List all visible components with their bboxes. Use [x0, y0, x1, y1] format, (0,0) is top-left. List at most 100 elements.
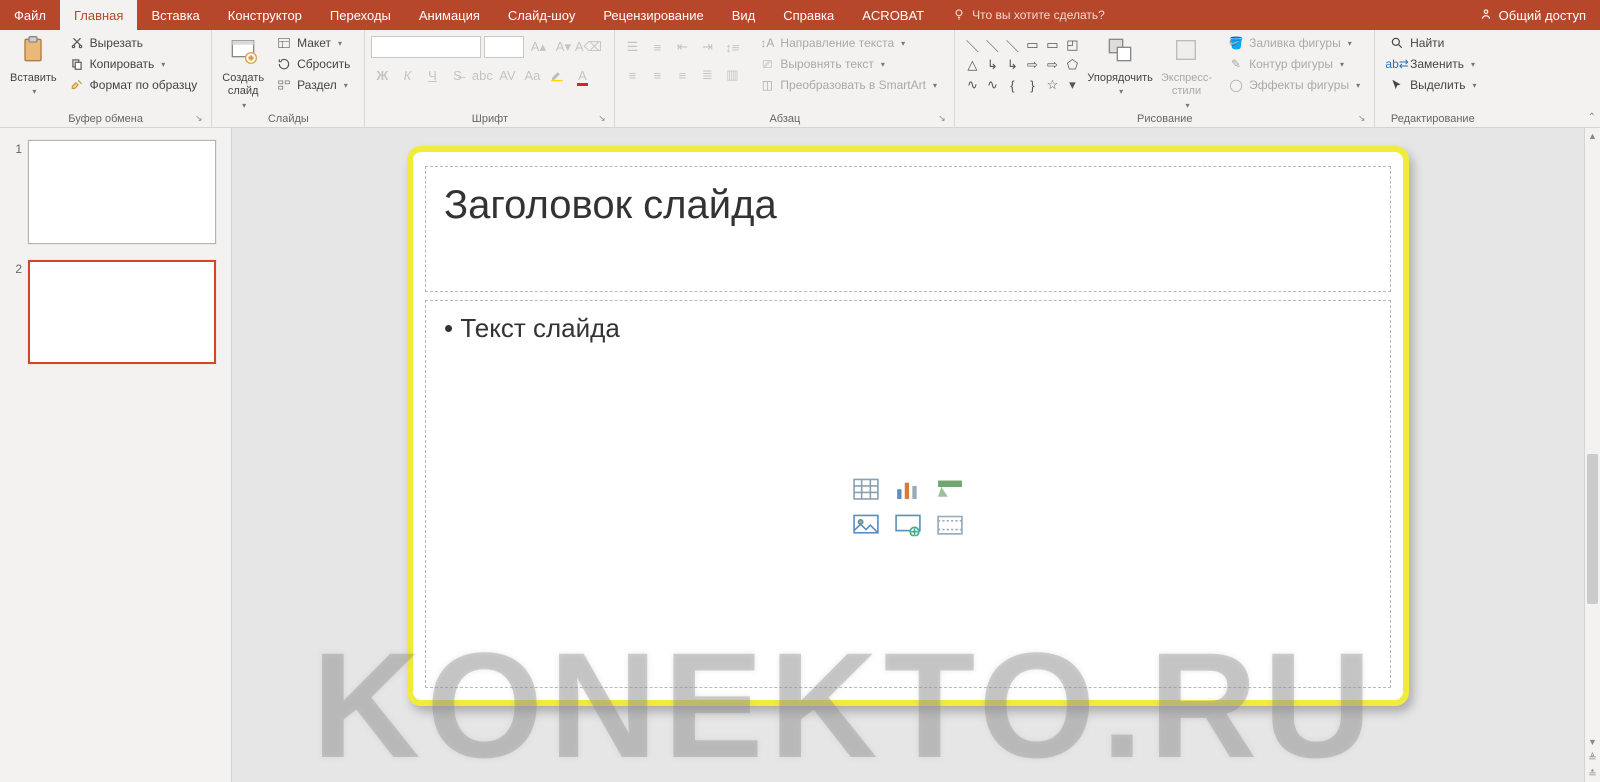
shape-rect2-icon[interactable]: ▭	[1043, 36, 1061, 54]
tab-review[interactable]: Рецензирование	[589, 0, 717, 30]
tab-acrobat[interactable]: ACROBAT	[848, 0, 938, 30]
insert-video-icon[interactable]	[932, 510, 968, 540]
layout-button[interactable]: Макет ▾	[272, 34, 354, 52]
new-slide-button[interactable]: Создать слайд ▾	[218, 32, 268, 112]
title-placeholder[interactable]: Заголовок слайда	[425, 166, 1391, 292]
content-placeholder[interactable]: • Текст слайда	[425, 300, 1391, 688]
insert-online-picture-icon[interactable]	[890, 510, 926, 540]
scroll-thumb[interactable]	[1587, 454, 1598, 604]
align-right-icon[interactable]: ≡	[671, 64, 693, 86]
smartart-button[interactable]: ◫ Преобразовать в SmartArt ▾	[755, 76, 941, 94]
shape-effects-button[interactable]: ◯ Эффекты фигуры ▾	[1224, 76, 1364, 94]
numbering-icon[interactable]: ≡	[646, 36, 668, 58]
dialog-launcher-icon[interactable]: ↘	[935, 112, 948, 125]
tab-slideshow[interactable]: Слайд-шоу	[494, 0, 589, 30]
decrease-font-icon[interactable]: A▾	[552, 36, 574, 58]
ribbon: Вставить ▾ Вырезать Копировать ▾	[0, 30, 1600, 128]
scroll-down-icon[interactable]: ▼	[1585, 734, 1600, 750]
arrange-button[interactable]: Упорядочить ▾	[1083, 32, 1156, 99]
shadow-icon[interactable]: abc	[471, 64, 493, 86]
shape-line2-icon[interactable]: ＼	[983, 36, 1001, 54]
scroll-track[interactable]	[1585, 144, 1600, 734]
tab-file[interactable]: Файл	[0, 0, 60, 30]
font-family-field[interactable]	[371, 36, 481, 58]
slide[interactable]: Заголовок слайда • Текст слайда	[413, 152, 1403, 700]
align-left-icon[interactable]: ≡	[621, 64, 643, 86]
dialog-launcher-icon[interactable]: ↘	[595, 112, 608, 125]
smartart-label: Преобразовать в SmartArt	[780, 78, 926, 92]
italic-icon[interactable]: К	[396, 64, 418, 86]
shape-rect-icon[interactable]: ▭	[1023, 36, 1041, 54]
increase-indent-icon[interactable]: ⇥	[696, 36, 718, 58]
insert-table-icon[interactable]	[848, 474, 884, 504]
previous-slide-icon[interactable]: ≜	[1585, 750, 1600, 766]
char-spacing-icon[interactable]: AV	[496, 64, 518, 86]
section-button[interactable]: Раздел ▾	[272, 76, 354, 94]
shape-outline-button[interactable]: ✎ Контур фигуры ▾	[1224, 55, 1364, 73]
shape-pentagon-icon[interactable]: ⬠	[1063, 56, 1081, 74]
copy-button[interactable]: Копировать ▾	[65, 55, 202, 73]
next-slide-icon[interactable]: ≛	[1585, 766, 1600, 782]
shape-arrow2-icon[interactable]: ⇨	[1043, 56, 1061, 74]
align-text-button[interactable]: ⎚ Выровнять текст ▾	[755, 55, 941, 73]
vertical-scrollbar[interactable]: ▲ ▼ ≜ ≛	[1584, 128, 1600, 782]
tab-view[interactable]: Вид	[718, 0, 770, 30]
cut-button[interactable]: Вырезать	[65, 34, 202, 52]
tab-home[interactable]: Главная	[60, 0, 137, 30]
shape-curve2-icon[interactable]: ∿	[983, 76, 1001, 94]
find-button[interactable]: Найти	[1385, 34, 1480, 52]
format-painter-button[interactable]: Формат по образцу	[65, 76, 202, 94]
collapse-ribbon-icon[interactable]: ⌃	[1588, 112, 1596, 123]
dialog-launcher-icon[interactable]: ↘	[192, 112, 205, 125]
highlight-color-icon[interactable]	[546, 64, 568, 86]
tab-help[interactable]: Справка	[769, 0, 848, 30]
reset-button[interactable]: Сбросить	[272, 55, 354, 73]
shape-elbow-icon[interactable]: ↳	[983, 56, 1001, 74]
underline-icon[interactable]: Ч	[421, 64, 443, 86]
shape-curve-icon[interactable]: ∿	[963, 76, 981, 94]
dialog-launcher-icon[interactable]: ↘	[1355, 112, 1368, 125]
insert-smartart-icon[interactable]	[932, 474, 968, 504]
shape-brace2-icon[interactable]: }	[1023, 76, 1041, 94]
insert-chart-icon[interactable]	[890, 474, 926, 504]
bullets-icon[interactable]: ☰	[621, 36, 643, 58]
clear-format-icon[interactable]: A⌫	[577, 36, 599, 58]
slide-thumbnail-2[interactable]	[28, 260, 216, 364]
shapes-gallery[interactable]: ＼ ＼ ＼ ▭ ▭ ◰ △ ↳ ↳ ⇨ ⇨ ⬠ ∿ ∿ { } ☆ ▾	[961, 32, 1083, 98]
shape-elbow2-icon[interactable]: ↳	[1003, 56, 1021, 74]
shape-star-icon[interactable]: ☆	[1043, 76, 1061, 94]
shape-brace-icon[interactable]: {	[1003, 76, 1021, 94]
bold-icon[interactable]: Ж	[371, 64, 393, 86]
align-center-icon[interactable]: ≡	[646, 64, 668, 86]
slide-thumbnail-1[interactable]	[28, 140, 216, 244]
shape-line3-icon[interactable]: ＼	[1003, 36, 1021, 54]
font-color-icon[interactable]: A	[571, 64, 593, 86]
paste-button[interactable]: Вставить ▾	[6, 32, 61, 99]
insert-picture-icon[interactable]	[848, 510, 884, 540]
change-case-icon[interactable]: Aa	[521, 64, 543, 86]
line-spacing-icon[interactable]: ↕≡	[721, 36, 743, 58]
decrease-indent-icon[interactable]: ⇤	[671, 36, 693, 58]
shape-arrow-icon[interactable]: ⇨	[1023, 56, 1041, 74]
scroll-up-icon[interactable]: ▲	[1585, 128, 1600, 144]
shape-fill-button[interactable]: 🪣 Заливка фигуры ▾	[1224, 34, 1364, 52]
quick-styles-button[interactable]: Экспресс- стили ▾	[1157, 32, 1216, 112]
shape-line-icon[interactable]: ＼	[963, 36, 981, 54]
font-size-field[interactable]	[484, 36, 524, 58]
tell-me-search[interactable]: Что вы хотите сделать?	[938, 0, 1119, 30]
justify-icon[interactable]: ≣	[696, 64, 718, 86]
tab-design[interactable]: Конструктор	[214, 0, 316, 30]
shape-textbox-icon[interactable]: ◰	[1063, 36, 1081, 54]
columns-icon[interactable]: ▥	[721, 64, 743, 86]
text-direction-button[interactable]: ↕A Направление текста ▾	[755, 34, 941, 52]
shape-more-icon[interactable]: ▾	[1063, 76, 1081, 94]
tab-animations[interactable]: Анимация	[405, 0, 494, 30]
increase-font-icon[interactable]: A▴	[527, 36, 549, 58]
tab-transitions[interactable]: Переходы	[316, 0, 405, 30]
replace-button[interactable]: ab⇄ Заменить ▾	[1385, 55, 1480, 73]
shape-triangle-icon[interactable]: △	[963, 56, 981, 74]
strikethrough-icon[interactable]: S̶	[446, 64, 468, 86]
share-button[interactable]: Общий доступ	[1465, 0, 1600, 30]
select-button[interactable]: Выделить ▾	[1385, 76, 1480, 94]
tab-insert[interactable]: Вставка	[137, 0, 213, 30]
